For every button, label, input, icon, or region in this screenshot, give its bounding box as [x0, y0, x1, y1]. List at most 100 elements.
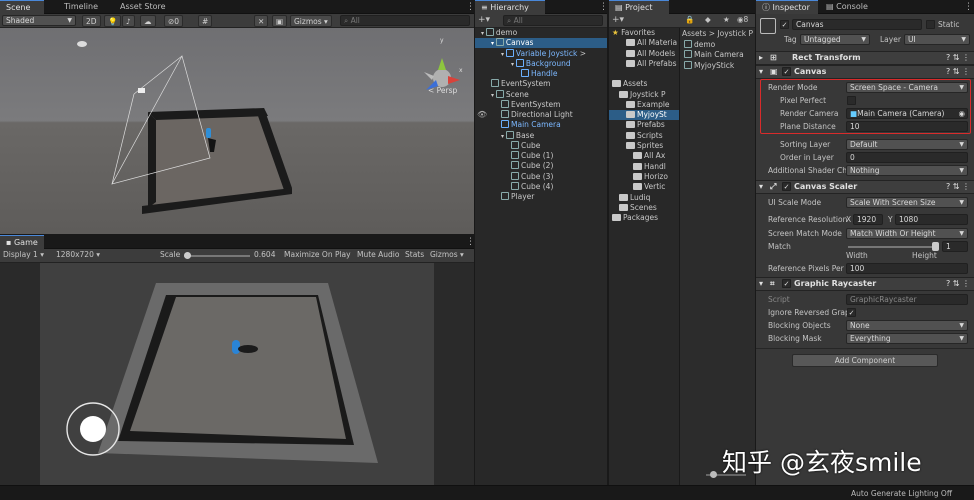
star-filter-icon[interactable]: ★ [723, 15, 730, 24]
match-value-field[interactable]: 1 [942, 241, 968, 252]
reference-pixels-field[interactable]: 100 [846, 263, 968, 274]
favorites-folder[interactable]: ★ Favorites [609, 28, 679, 38]
tab-hierarchy[interactable]: ≡ Hierarchy [475, 0, 545, 14]
tag-dropdown[interactable]: Untagged ▼ [800, 34, 870, 45]
ref-y-field[interactable]: 1080 [895, 214, 968, 225]
blocking-mask-dropdown[interactable]: Everything ▼ [846, 333, 968, 344]
hierarchy-item[interactable]: EventSystem [475, 79, 607, 89]
hierarchy-item[interactable]: ▾ Background [475, 58, 607, 69]
favorites-item[interactable]: All Models [609, 49, 679, 59]
tag-filter-icon[interactable]: ◆ [705, 15, 711, 24]
mode-2d-button[interactable]: 2D [82, 15, 101, 27]
maximize-on-play-button[interactable]: Maximize On Play [284, 250, 351, 259]
inspector-kebab-icon[interactable]: ⋮ [958, 0, 974, 14]
prefab-open-icon[interactable]: > [577, 49, 586, 58]
orientation-gizmo[interactable]: y x [424, 37, 463, 90]
hierarchy-item[interactable]: ▾ demo [475, 28, 607, 38]
canvas-header[interactable]: ▾ ▣ ✓ Canvas ? ⇅ ⋮ [756, 65, 974, 79]
ignore-reversed-checkbox[interactable]: ✓ [847, 308, 856, 317]
hierarchy-item[interactable]: Directional Light [475, 110, 607, 120]
canvas-scaler-enabled-checkbox[interactable]: ✓ [782, 182, 791, 191]
hierarchy-search-input[interactable]: ⌕ All [503, 15, 603, 26]
project-file[interactable]: MyjoyStick [684, 60, 734, 71]
icon-size-slider-thumb[interactable] [710, 471, 717, 478]
component-menu-icon[interactable]: ? ⇅ ⋮ [946, 181, 970, 193]
object-name-field[interactable]: Canvas [792, 19, 922, 30]
joystick-handle[interactable] [80, 416, 106, 442]
hierarchy-item[interactable]: EventSystem [475, 99, 607, 110]
scene-search-input[interactable]: ⌕ All [340, 15, 470, 26]
hierarchy-item[interactable]: Cube (1) [475, 151, 607, 161]
component-menu-icon[interactable]: ? ⇅ ⋮ [946, 66, 970, 78]
resolution-dropdown[interactable]: 1280x720 ▾ [56, 250, 100, 259]
hierarchy-item[interactable]: Cube (3) [475, 171, 607, 182]
mute-audio-button[interactable]: Mute Audio [357, 250, 399, 259]
hierarchy-item[interactable]: Cube (2) [475, 161, 607, 171]
lighting-toggle-icon[interactable]: 💡 [104, 15, 122, 27]
scene-viewport[interactable]: y x < Persp [0, 28, 474, 234]
hierarchy-add-button[interactable]: +▾ [478, 15, 490, 25]
project-folder[interactable]: Vertic [609, 182, 679, 192]
audio-toggle-icon[interactable]: ♪ [122, 15, 135, 27]
tab-timeline[interactable]: Timeline [58, 0, 104, 14]
sorting-layer-dropdown[interactable]: Default ▼ [846, 139, 968, 150]
static-checkbox[interactable] [926, 20, 935, 29]
hierarchy-item[interactable]: ▾ Variable Joystick > [475, 48, 607, 59]
project-folder[interactable]: Prefabs [609, 120, 679, 130]
assets-folder[interactable]: Assets [609, 79, 679, 89]
scale-slider-thumb[interactable] [184, 252, 191, 259]
ui-scale-mode-dropdown[interactable]: Scale With Screen Size ▼ [846, 197, 968, 208]
project-file[interactable]: Main Camera [684, 50, 744, 60]
order-in-layer-field[interactable]: 0 [846, 152, 968, 163]
hierarchy-item[interactable]: Cube (4) [475, 181, 607, 192]
project-folder[interactable]: Example [609, 100, 679, 110]
layer-dropdown[interactable]: UI ▼ [904, 34, 970, 45]
tab-inspector[interactable]: ⓘ Inspector [756, 0, 818, 14]
project-folder[interactable]: Scenes [609, 203, 679, 213]
match-slider[interactable] [848, 246, 936, 248]
project-folder[interactable]: Sprites [609, 141, 679, 151]
lock-icon[interactable]: 🔒 [685, 15, 694, 24]
project-breadcrumb[interactable]: Assets > Joystick P [682, 29, 753, 38]
game-gizmos-dropdown[interactable]: Gizmos ▾ [430, 250, 464, 259]
hierarchy-item[interactable]: Cube [475, 140, 607, 151]
lighting-status[interactable]: Auto Generate Lighting Off [851, 489, 952, 498]
project-folder[interactable]: MyjoySt [609, 110, 679, 121]
tab-project[interactable]: ▤ Project [609, 0, 669, 14]
stats-button[interactable]: Stats [405, 250, 424, 259]
active-checkbox[interactable]: ✓ [780, 20, 789, 29]
favorites-item[interactable]: All Materia [609, 38, 679, 48]
persp-label[interactable]: < Persp [428, 86, 457, 95]
grid-toggle-icon[interactable]: # [198, 15, 213, 27]
canvas-scaler-header[interactable]: ▾ ⤢ ✓ Canvas Scaler ? ⇅ ⋮ [756, 180, 974, 194]
additional-shader-dropdown[interactable]: Nothing ▼ [846, 165, 968, 176]
hierarchy-item[interactable]: Handle [475, 69, 607, 79]
rect-transform-header[interactable]: ▸ ⊞ Rect Transform ? ⇅ ⋮ [756, 51, 974, 65]
hierarchy-item[interactable]: ▾ Base [475, 130, 607, 141]
canvas-enabled-checkbox[interactable]: ✓ [782, 67, 791, 76]
hierarchy-item[interactable]: ▾ Scene [475, 89, 607, 100]
project-file[interactable]: demo [684, 40, 715, 50]
game-viewport[interactable] [0, 263, 474, 485]
hierarchy-item[interactable]: ▾ Canvas [475, 38, 607, 49]
project-folder[interactable]: Handl [609, 162, 679, 172]
tab-scene[interactable]: Scene [0, 0, 44, 14]
favorites-item[interactable]: All Prefabs [609, 59, 679, 69]
visibility-eye-icon[interactable]: 👁 [477, 110, 487, 119]
hierarchy-item[interactable]: Main Camera [475, 120, 607, 130]
tab-console[interactable]: ▤ Console [820, 0, 874, 14]
project-folder[interactable]: Ludiq [609, 193, 679, 203]
component-menu-icon[interactable]: ? ⇅ ⋮ [946, 278, 970, 290]
tab-asset-store[interactable]: Asset Store [114, 0, 172, 14]
raycaster-enabled-checkbox[interactable]: ✓ [782, 279, 791, 288]
project-folder[interactable]: Horizo [609, 172, 679, 182]
project-add-button[interactable]: +▾ [612, 15, 624, 25]
hidden-packages-badge[interactable]: ◉8 [737, 15, 748, 24]
add-component-button[interactable]: Add Component [792, 354, 938, 367]
tools-icon[interactable]: ✕ [254, 15, 269, 27]
project-folder[interactable]: Joystick P [609, 90, 679, 100]
project-folder[interactable]: All Ax [609, 151, 679, 161]
ref-x-field[interactable]: 1920 [853, 214, 883, 225]
blocking-objects-dropdown[interactable]: None ▼ [846, 320, 968, 331]
shading-dropdown[interactable]: Shaded ▼ [2, 15, 76, 26]
